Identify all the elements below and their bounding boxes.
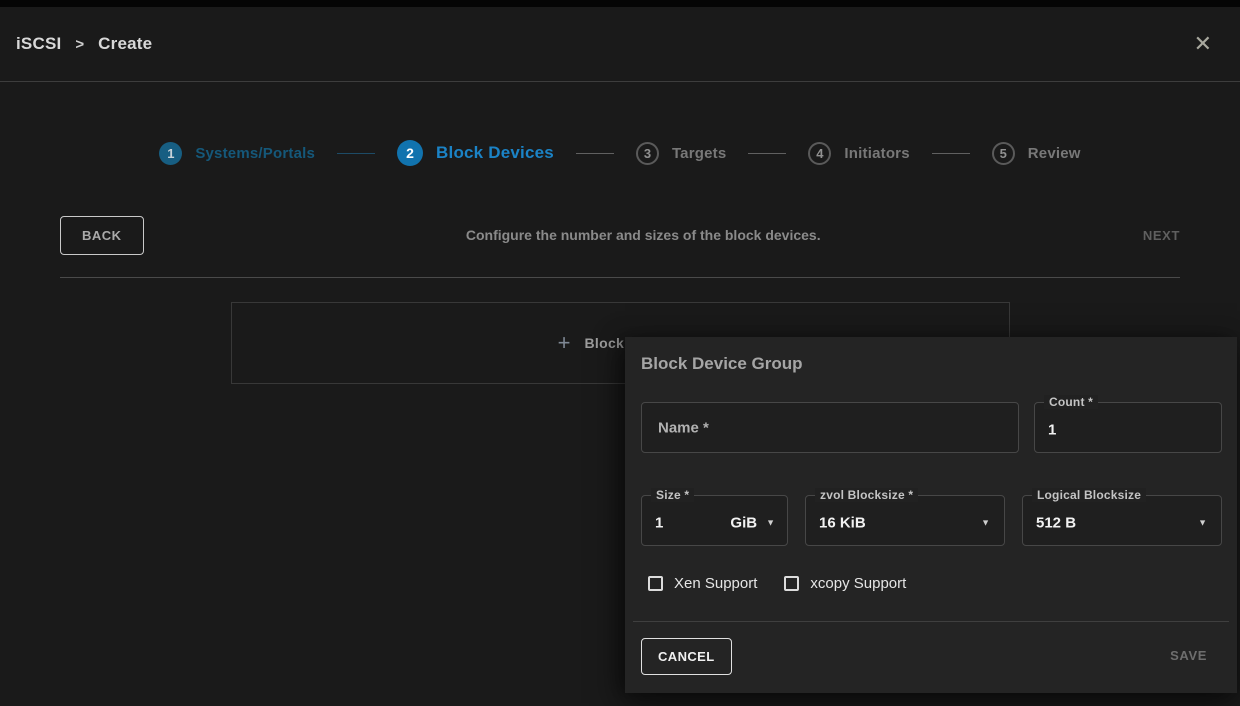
step-connector-2 [576, 153, 614, 154]
plus-icon: + [558, 332, 571, 354]
size-unit-value: GiB [730, 514, 757, 531]
size-field-value: 1 [655, 514, 663, 531]
next-button[interactable]: NEXT [1143, 228, 1180, 243]
step-5-circle: 5 [992, 142, 1015, 165]
dialog-footer-divider [633, 621, 1229, 622]
step-initiators[interactable]: 4 Initiators [808, 142, 909, 165]
save-button[interactable]: SAVE [1170, 648, 1207, 663]
section-divider [60, 277, 1180, 278]
step-connector-4 [932, 153, 970, 154]
step-systems-portals[interactable]: 1 Systems/Portals [159, 142, 315, 165]
logical-blocksize-label: Logical Blocksize [1032, 488, 1146, 502]
zvol-blocksize-select[interactable]: zvol Blocksize * 16 KiB ▼ [805, 495, 1005, 546]
size-field-label: Size * [651, 488, 694, 502]
breadcrumb-create: Create [98, 34, 152, 54]
dropdown-caret-icon: ▼ [1198, 518, 1207, 527]
step-4-label: Initiators [844, 145, 909, 162]
step-3-circle: 3 [636, 142, 659, 165]
step-targets[interactable]: 3 Targets [636, 142, 726, 165]
close-icon[interactable]: ✕ [1190, 29, 1216, 59]
wizard-stepper: 1 Systems/Portals 2 Block Devices 3 Targ… [0, 140, 1240, 166]
step-1-label: Systems/Portals [195, 145, 315, 162]
dialog-title: Block Device Group [641, 354, 803, 374]
dropdown-caret-icon: ▼ [766, 518, 775, 527]
step-instruction: Configure the number and sizes of the bl… [144, 227, 1143, 243]
step-4-circle: 4 [808, 142, 831, 165]
cancel-button[interactable]: CANCEL [641, 638, 732, 675]
step-block-devices[interactable]: 2 Block Devices [397, 140, 554, 166]
zvol-blocksize-label: zvol Blocksize * [815, 488, 918, 502]
back-button[interactable]: BACK [60, 216, 144, 255]
logical-blocksize-select[interactable]: Logical Blocksize 512 B ▼ [1022, 495, 1222, 546]
top-strip [0, 0, 1240, 7]
iscsi-create-wizard: iSCSI > Create ✕ 1 Systems/Portals 2 Blo… [0, 0, 1240, 706]
chevron-right-icon: > [75, 36, 84, 53]
step-connector-3 [748, 153, 786, 154]
dropdown-caret-icon: ▼ [981, 518, 990, 527]
count-field-value: 1 [1048, 421, 1056, 438]
name-field[interactable]: Name * [641, 402, 1019, 453]
breadcrumb-iscsi[interactable]: iSCSI [16, 34, 61, 54]
block-device-group-dialog: Block Device Group Name * Count * 1 Size… [625, 337, 1237, 693]
support-checkbox-row: Xen Support xcopy Support [648, 575, 906, 592]
count-field-label: Count * [1044, 395, 1098, 409]
xen-support-checkbox[interactable]: Xen Support [648, 575, 757, 592]
checkbox-icon [648, 576, 663, 591]
step-2-label: Block Devices [436, 143, 554, 163]
wizard-header: iSCSI > Create ✕ [0, 7, 1240, 82]
size-unit-dropdown[interactable]: GiB ▼ [730, 514, 775, 531]
size-field[interactable]: Size * 1 GiB ▼ [641, 495, 788, 546]
count-field[interactable]: Count * 1 [1034, 402, 1222, 453]
xcopy-support-label: xcopy Support [810, 575, 906, 592]
step-1-circle: 1 [159, 142, 182, 165]
step-5-label: Review [1028, 145, 1081, 162]
step-review[interactable]: 5 Review [992, 142, 1081, 165]
wizard-nav-row: BACK Configure the number and sizes of t… [60, 212, 1180, 258]
step-connector-1 [337, 153, 375, 154]
step-3-label: Targets [672, 145, 726, 162]
name-field-label: Name * [658, 419, 709, 436]
zvol-blocksize-value: 16 KiB [819, 514, 866, 531]
xen-support-label: Xen Support [674, 575, 757, 592]
checkbox-icon [784, 576, 799, 591]
step-2-circle: 2 [397, 140, 423, 166]
xcopy-support-checkbox[interactable]: xcopy Support [784, 575, 906, 592]
logical-blocksize-value: 512 B [1036, 514, 1076, 531]
